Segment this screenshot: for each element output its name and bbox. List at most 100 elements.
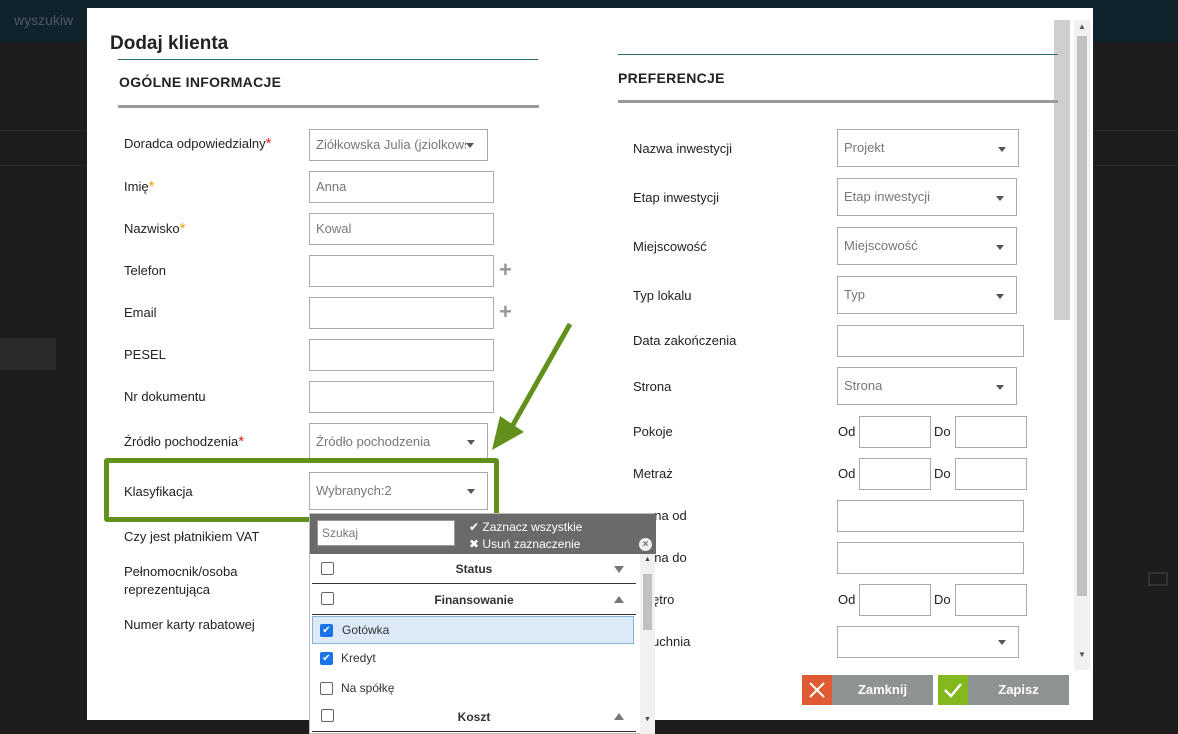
save-button[interactable]: Zapisz xyxy=(938,675,1069,705)
scroll-up-icon[interactable]: ▲ xyxy=(640,556,655,563)
rooms-from-input[interactable] xyxy=(859,416,931,448)
source-select[interactable]: Źródło pochodzenia xyxy=(309,423,488,461)
background-button xyxy=(0,338,56,370)
background-topbar-text: wyszukiw xyxy=(14,12,74,28)
check-icon: ✔ xyxy=(469,520,480,534)
discount-card-label: Numer karty rabatowej xyxy=(124,617,255,632)
price-from-input[interactable] xyxy=(837,500,1024,532)
area-to-input[interactable] xyxy=(955,458,1027,490)
clear-selection-link[interactable]: ✖ Usuń zaznaczenie xyxy=(469,537,580,551)
group-cost[interactable]: Koszt xyxy=(312,702,636,732)
rooms-to-input[interactable] xyxy=(955,416,1027,448)
option-credit[interactable]: ✔ Kredyt xyxy=(312,645,634,673)
close-icon[interactable]: × xyxy=(639,538,652,551)
classification-dropdown: Szukaj ✔ Zaznacz wszystkie ✖ Usuń zaznac… xyxy=(309,513,656,734)
unit-type-label: Typ lokalu xyxy=(633,288,692,303)
unit-type-select[interactable]: Typ xyxy=(837,276,1017,314)
side-select[interactable]: Strona xyxy=(837,367,1017,405)
option-label: Kredyt xyxy=(341,651,376,665)
first-name-input[interactable]: Anna xyxy=(309,171,494,203)
area-from-input[interactable] xyxy=(859,458,931,490)
chevron-down-icon xyxy=(467,440,475,445)
email-input[interactable] xyxy=(309,297,494,329)
floor-to-label: Do xyxy=(934,592,951,607)
advisor-select[interactable]: Ziółkowska Julia (jziolkowska) xyxy=(309,129,488,161)
expand-icon[interactable] xyxy=(614,566,624,573)
chevron-down-icon xyxy=(998,640,1006,645)
kitchen-label: uchnia xyxy=(652,634,691,649)
source-label: Źródło pochodzenia* xyxy=(124,433,245,450)
select-all-label: Zaznacz wszystkie xyxy=(482,520,583,534)
document-number-label: Nr dokumentu xyxy=(124,389,206,404)
section-divider xyxy=(118,59,538,60)
scroll-up-icon[interactable]: ▲ xyxy=(1074,20,1090,34)
last-name-input[interactable]: Kowal xyxy=(309,213,494,245)
chevron-down-icon xyxy=(996,245,1004,250)
dropdown-header: Szukaj ✔ Zaznacz wszystkie ✖ Usuń zaznac… xyxy=(310,514,656,554)
select-all-link[interactable]: ✔ Zaznacz wszystkie xyxy=(469,520,582,534)
section-divider xyxy=(618,54,1058,55)
chevron-down-icon xyxy=(998,147,1006,152)
group-label: Koszt xyxy=(457,710,491,724)
option-cash[interactable]: ✔ Gotówka xyxy=(312,616,634,644)
check-icon xyxy=(938,675,968,705)
collapse-icon[interactable] xyxy=(614,713,624,720)
floor-to-input[interactable] xyxy=(955,584,1027,616)
chevron-down-icon xyxy=(996,385,1004,390)
group-label: Status xyxy=(455,562,493,576)
end-date-input[interactable] xyxy=(837,325,1024,357)
section-underline xyxy=(618,100,1058,103)
dropdown-search-input[interactable]: Szukaj xyxy=(317,520,455,546)
collapse-icon[interactable] xyxy=(614,596,624,603)
area-label: Metraż xyxy=(633,466,673,481)
group-status[interactable]: Status xyxy=(312,554,636,584)
chevron-down-icon xyxy=(996,196,1004,201)
add-email-icon[interactable]: + xyxy=(499,301,512,323)
rooms-to-label: Do xyxy=(934,424,951,439)
option-checkbox[interactable]: ✔ xyxy=(320,624,333,637)
first-name-label: Imię* xyxy=(124,178,155,195)
investment-select[interactable]: Projekt xyxy=(837,129,1019,167)
investment-label: Nazwa inwestycji xyxy=(633,141,732,156)
vat-label: Czy jest płatnikiem VAT xyxy=(124,529,260,544)
annotation-arrow-icon xyxy=(492,322,573,450)
floor-from-input[interactable] xyxy=(859,584,931,616)
price-to-input[interactable] xyxy=(837,542,1024,574)
pesel-input[interactable] xyxy=(309,339,494,371)
inner-scroll-thumb[interactable] xyxy=(1054,20,1070,320)
dropdown-list: Status Finansowanie ✔ Gotówka ✔ Kredyt N… xyxy=(310,554,640,734)
preferences-section-title: PREFERENCJE xyxy=(618,70,725,86)
modal-scroll-thumb[interactable] xyxy=(1077,36,1087,596)
phone-input[interactable] xyxy=(309,255,494,287)
scroll-down-icon[interactable]: ▼ xyxy=(640,716,655,723)
close-icon xyxy=(802,675,832,705)
group-financing[interactable]: Finansowanie xyxy=(312,585,636,615)
city-select[interactable]: Miejscowość xyxy=(837,227,1017,265)
option-company[interactable]: Na spółkę xyxy=(312,675,634,703)
option-label: Gotówka xyxy=(342,623,390,637)
proxy-label: Pełnomocnik/osoba reprezentująca xyxy=(124,564,238,597)
kitchen-select[interactable] xyxy=(837,626,1019,658)
city-label: Miejscowość xyxy=(633,239,707,254)
chevron-down-icon xyxy=(466,143,474,148)
stage-label: Etap inwestycji xyxy=(633,190,719,205)
advisor-label: Doradca odpowiedzialny* xyxy=(124,135,272,152)
dropdown-scroll-thumb[interactable] xyxy=(643,574,652,630)
last-name-label: Nazwisko* xyxy=(124,220,186,237)
document-number-input[interactable] xyxy=(309,381,494,413)
stage-select[interactable]: Etap inwestycji xyxy=(837,178,1017,216)
email-label: Email xyxy=(124,305,157,320)
group-label: Finansowanie xyxy=(434,593,514,607)
area-from-label: Od xyxy=(838,466,856,481)
scroll-down-icon[interactable]: ▼ xyxy=(1074,648,1090,662)
floor-label: ętro xyxy=(652,592,675,607)
save-button-label: Zapisz xyxy=(998,682,1039,697)
option-checkbox[interactable]: ✔ xyxy=(320,652,333,665)
option-checkbox[interactable] xyxy=(320,682,333,695)
close-button-label: Zamknij xyxy=(857,682,908,697)
phone-label: Telefon xyxy=(124,263,166,278)
close-button[interactable]: Zamknij xyxy=(802,675,933,705)
section-underline xyxy=(118,105,539,108)
rooms-from-label: Od xyxy=(838,424,856,439)
add-phone-icon[interactable]: + xyxy=(499,259,512,281)
